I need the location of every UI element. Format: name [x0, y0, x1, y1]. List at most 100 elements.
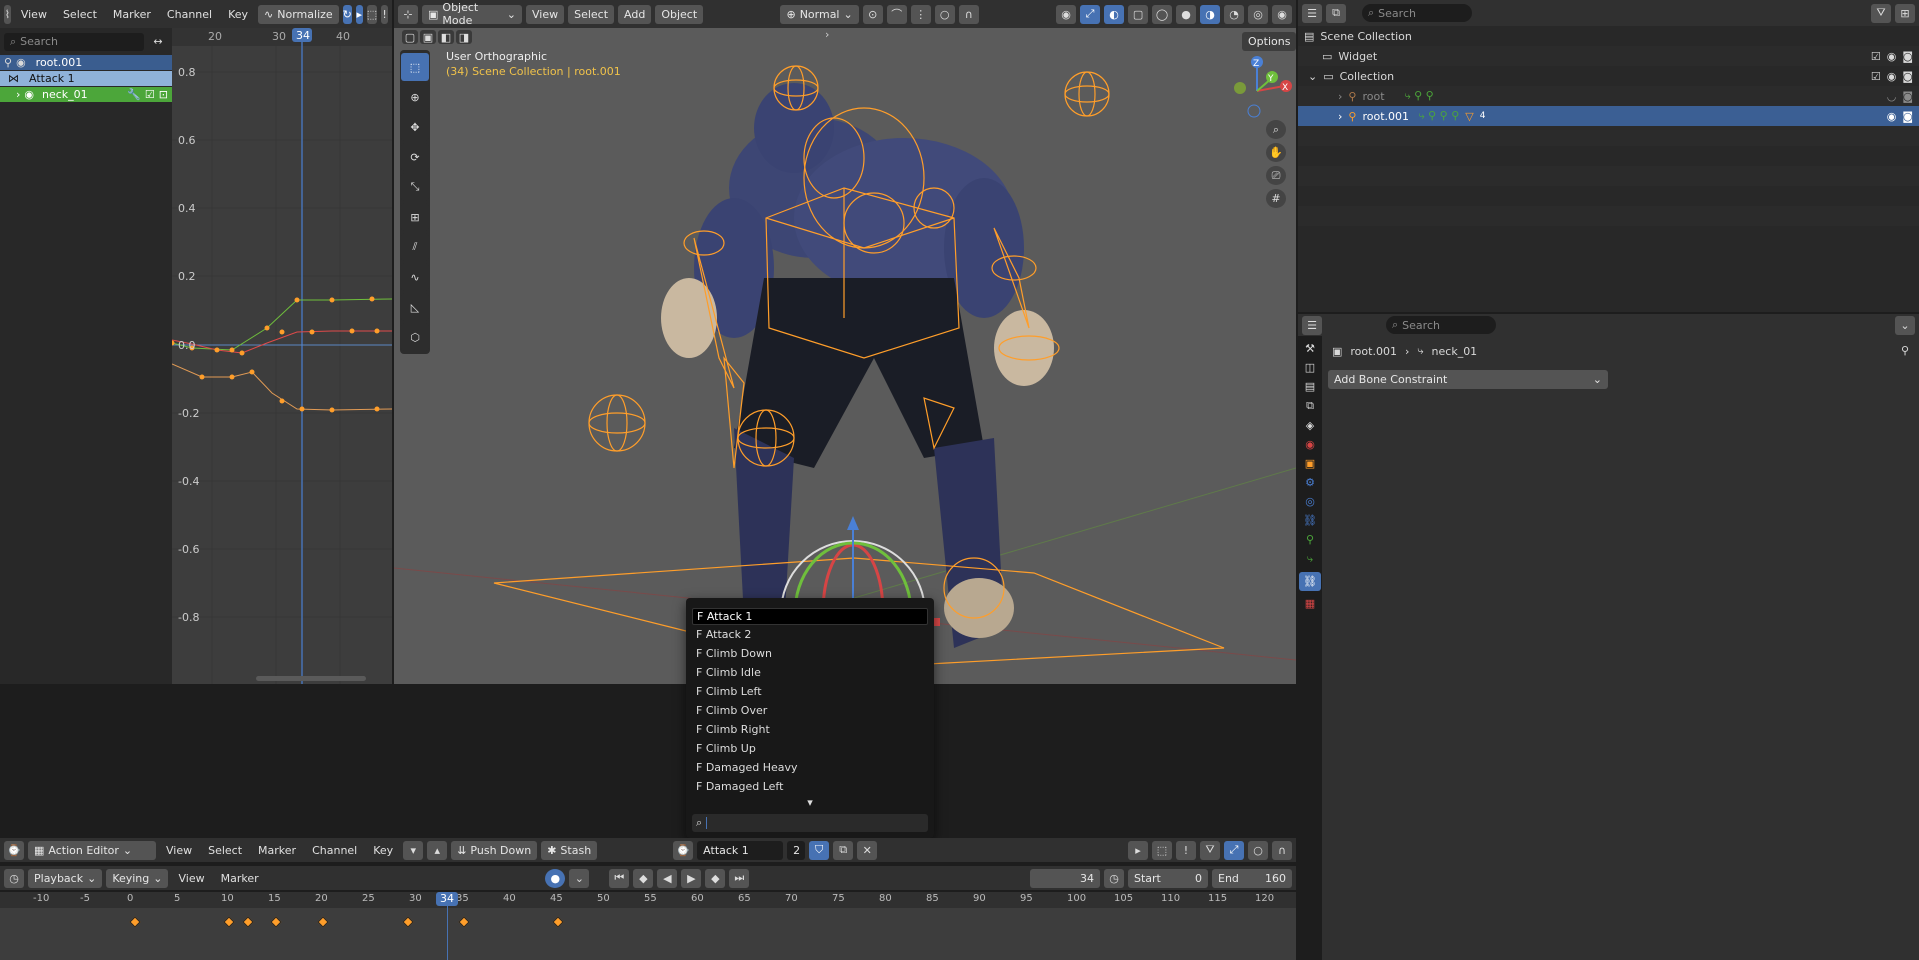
scene-tab-icon[interactable]: ◈	[1306, 419, 1314, 432]
vp-menu-view[interactable]: View	[526, 4, 565, 24]
prev-key-icon[interactable]: ◆	[633, 868, 654, 888]
eye-closed-icon[interactable]: ◡	[1887, 90, 1897, 103]
keying-menu[interactable]: Keying ⌄	[106, 868, 169, 888]
menu-key[interactable]: Key	[222, 8, 254, 21]
end-frame-field[interactable]: End 160	[1212, 868, 1292, 888]
action-item[interactable]: F Climb Over	[692, 701, 928, 720]
playback-menu[interactable]: Playback ⌄	[28, 868, 103, 888]
channel-search[interactable]: ⌕ Search	[4, 32, 144, 51]
keyframe[interactable]	[458, 916, 470, 928]
editor-type-icon[interactable]: ☰	[1302, 3, 1322, 23]
errors-icon[interactable]: !	[1176, 840, 1196, 860]
action-name-field[interactable]: Attack 1	[697, 840, 784, 860]
add-bone-constraint-button[interactable]: Add Bone Constraint ⌄	[1328, 370, 1608, 389]
keyframe[interactable]	[129, 916, 141, 928]
channel-row-bone[interactable]: › ◉ neck_01 🔧 ☑ ⊡	[0, 87, 172, 102]
camera-icon[interactable]: ◙	[1902, 90, 1919, 103]
mode-dropdown[interactable]: ▦ Action Editor ⌄	[28, 840, 156, 860]
fake-user-icon[interactable]: ⛉	[809, 840, 830, 860]
falloff-icon[interactable]: ∩	[1272, 840, 1292, 860]
action-item[interactable]: F Attack 2	[692, 625, 928, 644]
graph-area[interactable]: 20 30 34 40 0.8 0.6 0.4 0.2 0.0 -0.2 -0.…	[172, 28, 392, 684]
menu-select[interactable]: Select	[57, 8, 103, 21]
bone-constraint-tab-icon[interactable]: ⛓	[1299, 572, 1321, 591]
view-layer-tab-icon[interactable]: ⧉	[1306, 399, 1314, 413]
start-frame-field[interactable]: Start 0	[1128, 868, 1208, 888]
menu-marker[interactable]: Marker	[107, 8, 157, 21]
orientation-dropdown[interactable]: ⊕ Normal ⌄	[780, 4, 859, 24]
expand-icon[interactable]: ⌄	[1308, 70, 1317, 83]
texture-tab-icon[interactable]: ▦	[1305, 597, 1315, 610]
render-icon[interactable]: ◉	[1272, 4, 1293, 24]
fcurve-green[interactable]	[172, 298, 392, 351]
action-item[interactable]: F Damaged Heavy	[692, 758, 928, 777]
wrench-icon[interactable]: 🔧	[127, 88, 141, 101]
world-tab-icon[interactable]: ◉	[1305, 438, 1315, 451]
cursor-icon[interactable]: ▸	[355, 4, 363, 24]
data-tab-icon[interactable]: ⚲	[1306, 533, 1314, 546]
scene-canvas[interactable]	[394, 28, 1296, 684]
expand-icon[interactable]: ›	[1338, 90, 1342, 103]
properties-search[interactable]: ⌕ Search	[1386, 316, 1496, 334]
physics-tab-icon[interactable]: ◎	[1305, 495, 1315, 508]
auto-snap-icon[interactable]: ⤢	[1224, 840, 1244, 860]
display-mode-icon[interactable]: ⧉	[1326, 3, 1346, 23]
jump-start-icon[interactable]: ⏮	[609, 868, 630, 888]
keyframe[interactable]	[270, 916, 282, 928]
gizmo-icon[interactable]: ⤢	[1080, 4, 1101, 24]
outliner-row[interactable]: ⌄ ▭ Collection ☑ ◉ ◙	[1298, 66, 1919, 86]
duplicate-icon[interactable]: ⧉	[833, 840, 854, 860]
keyframe[interactable]	[552, 916, 564, 928]
snap-target-icon[interactable]: ⋮	[910, 4, 931, 24]
action-item[interactable]: F Climb Down	[692, 644, 928, 663]
lock-icon[interactable]: ⊡	[159, 88, 172, 101]
camera-icon[interactable]: ⎚	[1266, 166, 1286, 185]
only-selected-icon[interactable]: ▸	[1128, 840, 1148, 860]
action-item[interactable]: F Climb Idle	[692, 663, 928, 682]
constraint-tab-icon[interactable]: ⛓	[1303, 514, 1317, 527]
action-item[interactable]: F Damaged Left	[692, 777, 928, 796]
up-icon[interactable]: ▴	[427, 840, 448, 860]
scene-icon[interactable]: ◎	[1248, 4, 1269, 24]
unlink-icon[interactable]: ✕	[857, 840, 878, 860]
browse-action-icon[interactable]: ⌚	[673, 840, 694, 860]
record-icon[interactable]: ●	[545, 868, 566, 888]
camera-icon[interactable]: ◙	[1902, 50, 1919, 63]
action-item[interactable]: F Climb Left	[692, 682, 928, 701]
output-tab-icon[interactable]: ▤	[1305, 380, 1315, 393]
outliner-row[interactable]: › ⚲ root ⤷ ⚲ ⚲ ◡ ◙	[1298, 86, 1919, 106]
visibility-icon[interactable]: ◉	[1056, 4, 1077, 24]
ae-menu-select[interactable]: Select	[202, 844, 248, 857]
eye-icon[interactable]: ◉	[16, 56, 26, 69]
editor-type-icon[interactable]: ⌇	[4, 4, 11, 24]
keyframe[interactable]	[242, 916, 254, 928]
xray-icon[interactable]: ▢	[1128, 4, 1149, 24]
action-item[interactable]: F Climb Right	[692, 720, 928, 739]
outliner-row[interactable]: ▤ Scene Collection	[1298, 26, 1919, 46]
swap-icon[interactable]: ↔	[148, 32, 168, 51]
keyframe[interactable]	[223, 916, 235, 928]
checkbox-icon[interactable]: ☑	[1871, 70, 1881, 83]
timeline-area[interactable]: -10 -5 0 5 10 15 20 25 30 35 40 45 50 55 60 65 70 75 80 85 9…	[0, 892, 1556, 960]
refresh-icon[interactable]: ↻	[342, 4, 352, 24]
action-item[interactable]: F Climb Up	[692, 739, 928, 758]
eye-icon[interactable]: ◉	[1887, 50, 1897, 63]
channel-row-object[interactable]: ⚲ ◉ root.001	[0, 55, 172, 70]
scroll-down-icon[interactable]: ▾	[692, 796, 928, 810]
character-mesh[interactable]	[661, 83, 1054, 648]
ae-menu-key[interactable]: Key	[367, 844, 399, 857]
vp-menu-add[interactable]: Add	[618, 4, 652, 24]
proportional-icon[interactable]: ○	[1248, 840, 1268, 860]
tl-menu-view[interactable]: View	[172, 872, 210, 885]
editor-type-icon[interactable]: ☰	[1302, 315, 1322, 335]
editor-type-icon[interactable]: ⌚	[4, 840, 24, 860]
channel-row-action[interactable]: ⋈ Attack 1	[0, 71, 172, 86]
menu-view[interactable]: View	[15, 8, 53, 21]
eye-icon[interactable]: ◉	[1887, 110, 1897, 123]
expand-icon[interactable]: ›	[16, 88, 20, 101]
check-icon[interactable]: ☑	[145, 88, 155, 101]
vp-menu-object[interactable]: Object	[655, 4, 704, 24]
menu-channel[interactable]: Channel	[161, 8, 218, 21]
push-down-button[interactable]: ⇊ Push Down	[451, 840, 538, 860]
normalize-toggle[interactable]: ∿ Normalize	[258, 4, 339, 24]
